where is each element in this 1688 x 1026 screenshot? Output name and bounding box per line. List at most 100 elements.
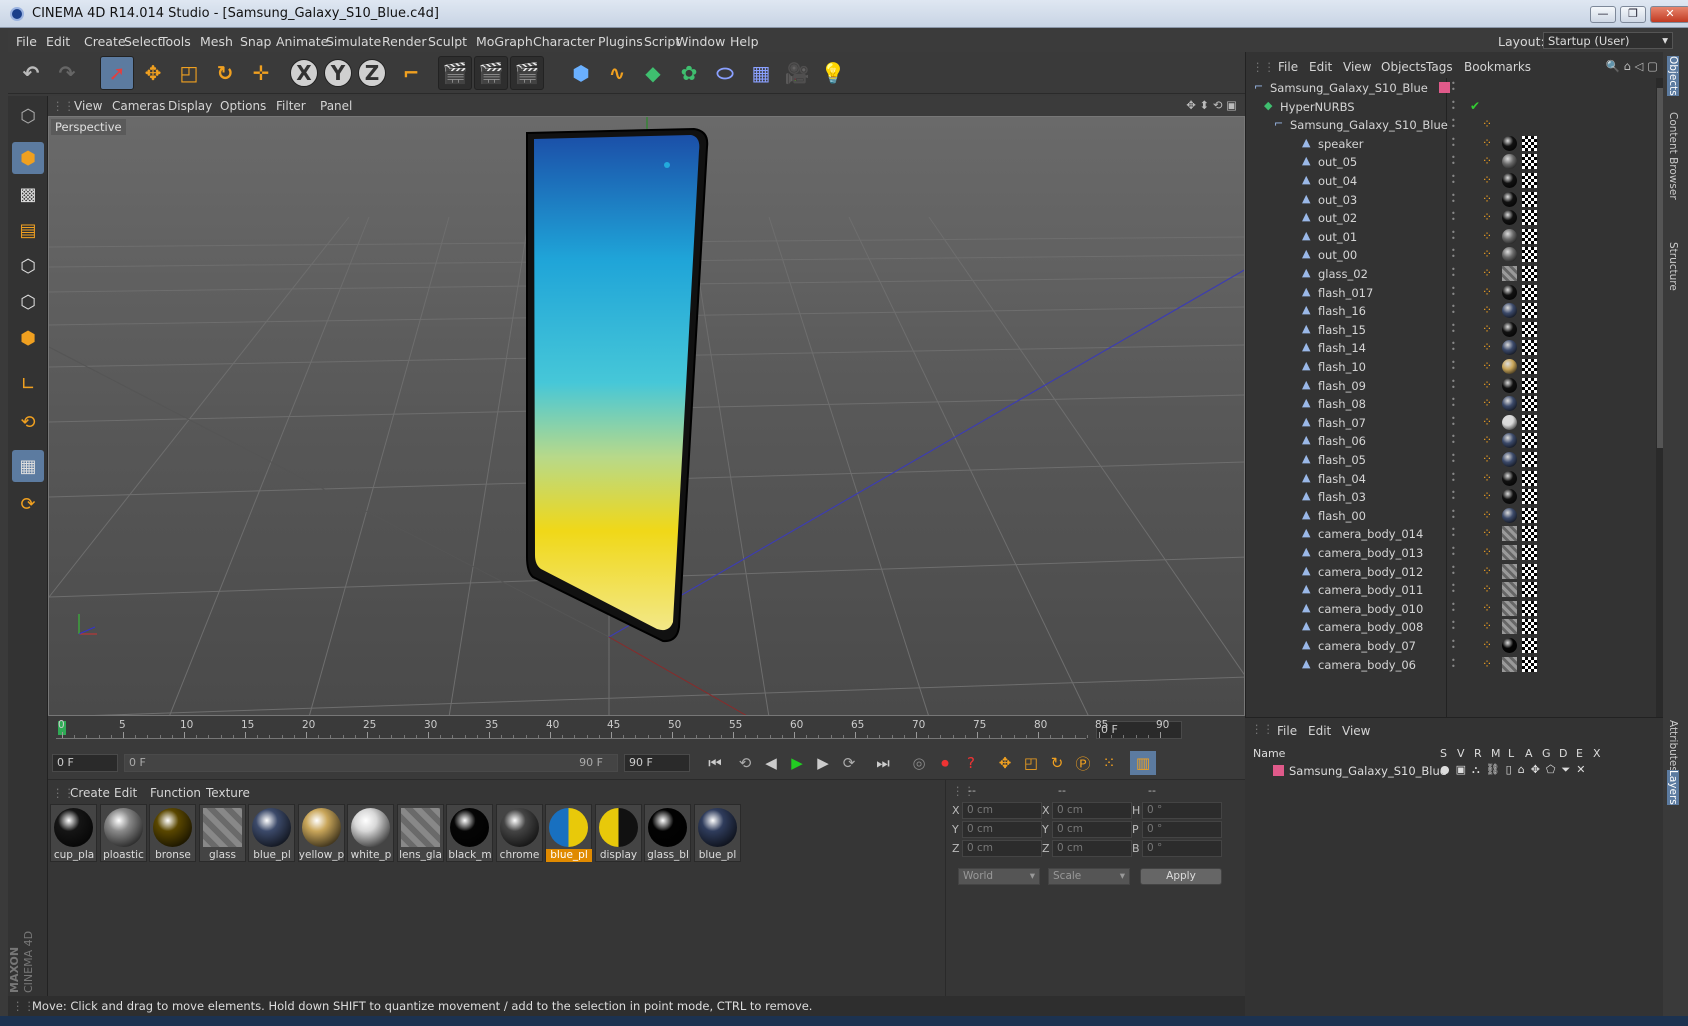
layer-menu-file[interactable]: File — [1277, 724, 1297, 738]
viewport-menu-cameras[interactable]: Cameras — [112, 99, 165, 113]
texture-tag[interactable] — [1522, 452, 1537, 467]
phong-tag-icon[interactable]: ⁘ — [1482, 192, 1492, 206]
visibility-dots[interactable]: • • — [1451, 470, 1456, 484]
key-pla-icon[interactable]: ⁙ — [1096, 751, 1122, 775]
edges-mode-icon[interactable]: ⬡ — [12, 286, 44, 318]
redo-icon[interactable]: ↷ — [50, 56, 84, 90]
visibility-dots[interactable]: • • — [1451, 210, 1456, 224]
phong-tag-icon[interactable]: ⁘ — [1482, 471, 1492, 485]
material-tag[interactable] — [1502, 135, 1517, 151]
right-tab-attributes[interactable]: Attributes — [1667, 720, 1679, 772]
texture-tag[interactable] — [1522, 582, 1537, 598]
visibility-dots[interactable]: • • — [1451, 80, 1456, 94]
texture-tag[interactable] — [1522, 191, 1537, 207]
make-editable-icon[interactable]: ⬡ — [12, 100, 44, 132]
phong-tag-icon[interactable]: ⁘ — [1482, 229, 1492, 243]
visibility-dots[interactable]: • • — [1451, 656, 1456, 670]
coord-rot-field[interactable]: 0 ° — [1142, 821, 1222, 838]
texture-tag[interactable] — [1522, 135, 1537, 151]
phong-tag-icon[interactable]: ⁘ — [1482, 173, 1492, 187]
snap-icon[interactable]: ▦ — [12, 450, 44, 482]
spline-icon[interactable]: ∿ — [600, 56, 634, 90]
material-tag[interactable] — [1502, 452, 1517, 467]
object-row[interactable]: ▲ out_04 • • ⁘ — [1246, 171, 1656, 191]
material-tag[interactable] — [1502, 470, 1517, 486]
visibility-dots[interactable]: • • — [1451, 414, 1456, 428]
phong-tag-icon[interactable]: ⁘ — [1482, 452, 1492, 466]
object-row[interactable]: ▲ out_00 • • ⁘ — [1246, 245, 1656, 265]
material-tag[interactable] — [1502, 284, 1517, 300]
menu-item-snap[interactable]: Snap — [240, 34, 271, 49]
material-swatch[interactable]: cup_pla — [50, 804, 97, 862]
undo-icon[interactable]: ↶ — [14, 56, 48, 90]
coord-size-field[interactable]: 0 cm — [1052, 821, 1132, 838]
z-axis-icon[interactable]: Z — [358, 59, 386, 87]
texture-tag[interactable] — [1522, 507, 1537, 523]
texture-tag[interactable] — [1522, 284, 1537, 300]
phong-tag-icon[interactable]: ⁘ — [1482, 526, 1492, 540]
visibility-dots[interactable]: • • — [1451, 228, 1456, 242]
maximize-button[interactable]: ❐ — [1620, 6, 1646, 23]
object-row[interactable]: ▲ out_02 • • ⁘ — [1246, 208, 1656, 228]
coord-size-field[interactable]: 0 cm — [1052, 802, 1132, 819]
viewport[interactable]: Perspective — [48, 116, 1245, 716]
texture-tag[interactable] — [1522, 638, 1537, 653]
object-row[interactable]: ▲ flash_017 • • ⁘ — [1246, 283, 1656, 303]
material-tag[interactable] — [1502, 507, 1517, 523]
object-row[interactable]: ▲ flash_04 • • ⁘ — [1246, 469, 1656, 489]
material-tag[interactable] — [1502, 638, 1517, 653]
visibility-dots[interactable]: • • — [1451, 619, 1456, 633]
texture-tag[interactable] — [1522, 377, 1537, 393]
material-tag[interactable] — [1502, 321, 1517, 337]
object-row[interactable]: ▲ camera_body_011 • • ⁘ — [1246, 580, 1656, 600]
object-row[interactable]: ▲ flash_03 • • ⁘ — [1246, 487, 1656, 507]
object-row[interactable]: ▲ flash_08 • • ⁘ — [1246, 394, 1656, 414]
menu-item-animate[interactable]: Animate — [276, 34, 328, 49]
layer-row[interactable]: Samsung_Galaxy_S10_Blue ●▣⛬⛓▯⌂✥⬠⏷✕ — [1245, 762, 1655, 780]
texture-tag[interactable] — [1522, 247, 1537, 263]
object-row[interactable]: ▲ flash_05 • • ⁘ — [1246, 450, 1656, 470]
visibility-dots[interactable]: • • — [1451, 247, 1456, 261]
visibility-dots[interactable]: • • — [1451, 98, 1456, 112]
material-tag[interactable] — [1502, 414, 1517, 430]
material-menu-edit[interactable]: Edit — [114, 786, 137, 800]
material-menu-create[interactable]: Create — [70, 786, 110, 800]
phong-tag-icon[interactable]: ⁘ — [1482, 619, 1492, 633]
layer-menu-edit[interactable]: Edit — [1308, 724, 1331, 738]
menu-item-tools[interactable]: Tools — [160, 34, 191, 49]
deformer-icon[interactable]: ⬭ — [708, 56, 742, 90]
apply-button[interactable]: Apply — [1140, 868, 1222, 885]
texture-tag[interactable] — [1522, 526, 1537, 542]
rotate-icon[interactable]: ↻ — [208, 56, 242, 90]
tweak-mode-icon[interactable]: ⟲ — [12, 406, 44, 438]
phong-tag-icon[interactable]: ⁘ — [1482, 210, 1492, 224]
go-to-start-icon[interactable]: ⏮ — [702, 751, 728, 775]
phong-tag-icon[interactable]: ⁘ — [1482, 322, 1492, 336]
material-tag[interactable] — [1502, 173, 1517, 188]
material-swatch[interactable]: ploastic — [99, 804, 147, 862]
object-row[interactable]: ▲ out_03 • • ⁘ — [1246, 190, 1656, 210]
coord-pos-field[interactable]: 0 cm — [962, 802, 1042, 819]
object-row[interactable]: ▲ camera_body_010 • • ⁘ — [1246, 599, 1656, 619]
visibility-dots[interactable]: • • — [1451, 340, 1456, 354]
viewport-menu-panel[interactable]: Panel — [320, 99, 352, 113]
phong-tag-icon[interactable]: ⁘ — [1482, 136, 1492, 150]
phong-tag-icon[interactable]: ⁘ — [1482, 545, 1492, 559]
viewport-nav-icons[interactable]: ✥ ⬍ ⟲ ▣ — [1186, 98, 1237, 112]
material-tag[interactable] — [1502, 377, 1517, 393]
object-row[interactable]: ▲ camera_body_008 • • ⁘ — [1246, 617, 1656, 637]
layer-menu-view[interactable]: View — [1342, 724, 1370, 738]
visibility-dots[interactable]: • • — [1451, 173, 1456, 187]
phong-tag-icon[interactable]: ⁘ — [1482, 582, 1492, 596]
right-tab-layers[interactable]: Layers — [1667, 770, 1679, 805]
viewport-menu-filter[interactable]: Filter — [276, 99, 306, 113]
y-axis-icon[interactable]: Y — [324, 59, 352, 87]
scale-icon[interactable]: ◰ — [172, 56, 206, 90]
material-tag[interactable] — [1502, 656, 1517, 672]
object-row[interactable]: ▲ flash_14 • • ⁘ — [1246, 338, 1656, 358]
material-tag[interactable] — [1502, 563, 1517, 579]
phong-tag-icon[interactable]: ⁘ — [1482, 266, 1492, 280]
floor-icon[interactable]: ▦ — [744, 56, 778, 90]
visibility-dots[interactable]: • • — [1451, 526, 1456, 540]
layout-select[interactable]: Startup (User) ▾ — [1543, 32, 1673, 49]
